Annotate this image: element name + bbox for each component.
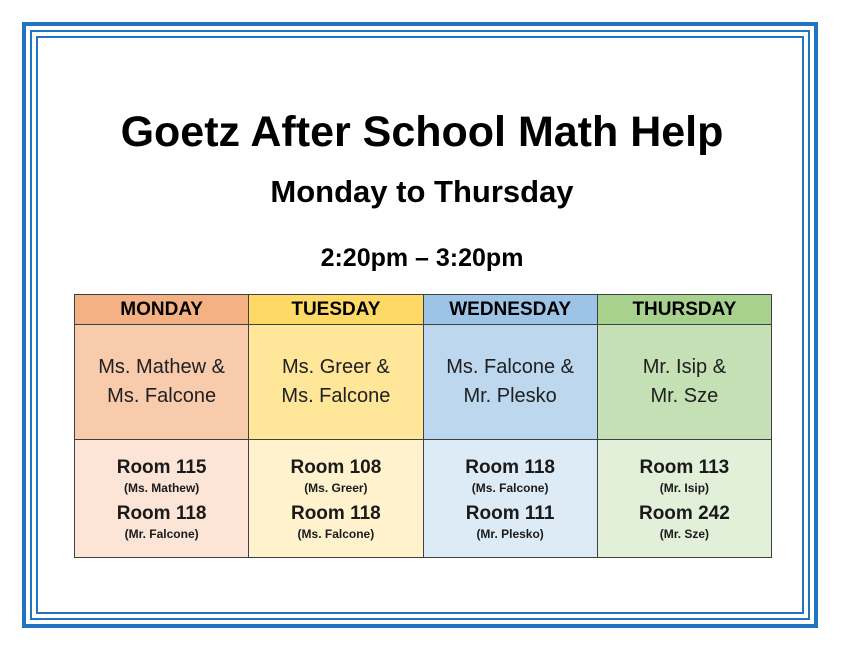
teachers-monday: Ms. Mathew & Ms. Falcone bbox=[73, 324, 250, 440]
teacher-line: Ms. Falcone bbox=[107, 385, 217, 407]
room-teacher: (Ms. Mathew) bbox=[123, 480, 200, 495]
rooms-wednesday: Room 118 (Ms. Falcone) Room 111 (Mr. Ple… bbox=[422, 439, 598, 558]
teachers-row: Ms. Mathew & Ms. Falcone Ms. Greer & Ms.… bbox=[73, 324, 773, 440]
room-number: Room 115 bbox=[116, 456, 207, 478]
room-number: Room 113 bbox=[639, 456, 730, 478]
rooms-monday: Room 115 (Ms. Mathew) Room 118 (Mr. Falc… bbox=[73, 439, 250, 558]
teachers-wednesday: Ms. Falcone & Mr. Plesko bbox=[422, 324, 598, 440]
page-subtitle: Monday to Thursday bbox=[270, 174, 574, 209]
room-teacher: (Mr. Falcone) bbox=[124, 526, 199, 541]
room-teacher: (Mr. Isip) bbox=[659, 480, 710, 495]
room-number: Room 111 bbox=[465, 502, 555, 524]
teacher-line: Mr. Isip & bbox=[642, 356, 727, 378]
room-number: Room 118 bbox=[290, 502, 381, 524]
rooms-tuesday: Room 108 (Ms. Greer) Room 118 (Ms. Falco… bbox=[248, 439, 424, 558]
rooms-row: Room 115 (Ms. Mathew) Room 118 (Mr. Falc… bbox=[73, 439, 773, 558]
header-thursday: THURSDAY bbox=[596, 294, 773, 325]
teacher-line: Mr. Sze bbox=[650, 385, 719, 407]
rooms-thursday: Room 113 (Mr. Isip) Room 242 (Mr. Sze) bbox=[596, 439, 773, 558]
schedule-table: MONDAY TUESDAY WEDNESDAY THURSDAY Ms. Ma… bbox=[73, 294, 773, 558]
teacher-line: Ms. Mathew & bbox=[98, 356, 225, 378]
room-teacher: (Ms. Falcone) bbox=[471, 480, 549, 495]
header-monday: MONDAY bbox=[73, 294, 250, 325]
room-number: Room 118 bbox=[465, 456, 555, 478]
header-wednesday: WEDNESDAY bbox=[422, 294, 598, 325]
header-tuesday: TUESDAY bbox=[248, 294, 424, 325]
time-range: 2:20pm – 3:20pm bbox=[320, 244, 524, 272]
room-number: Room 118 bbox=[116, 502, 207, 524]
room-number: Room 108 bbox=[290, 456, 382, 478]
room-teacher: (Ms. Falcone) bbox=[297, 526, 375, 541]
teacher-line: Ms. Greer & bbox=[281, 356, 390, 378]
room-teacher: (Ms. Greer) bbox=[304, 480, 368, 495]
room-number: Room 242 bbox=[638, 502, 730, 524]
room-teacher: (Mr. Plesko) bbox=[476, 526, 544, 541]
room-teacher: (Mr. Sze) bbox=[659, 526, 710, 541]
page-title: Goetz After School Math Help bbox=[120, 108, 724, 156]
teacher-line: Ms. Falcone & bbox=[446, 356, 575, 378]
teacher-line: Ms. Falcone bbox=[281, 385, 391, 407]
teachers-thursday: Mr. Isip & Mr. Sze bbox=[596, 324, 773, 440]
teacher-line: Mr. Plesko bbox=[463, 385, 557, 407]
teachers-tuesday: Ms. Greer & Ms. Falcone bbox=[248, 324, 424, 440]
header-row: MONDAY TUESDAY WEDNESDAY THURSDAY bbox=[73, 294, 773, 325]
